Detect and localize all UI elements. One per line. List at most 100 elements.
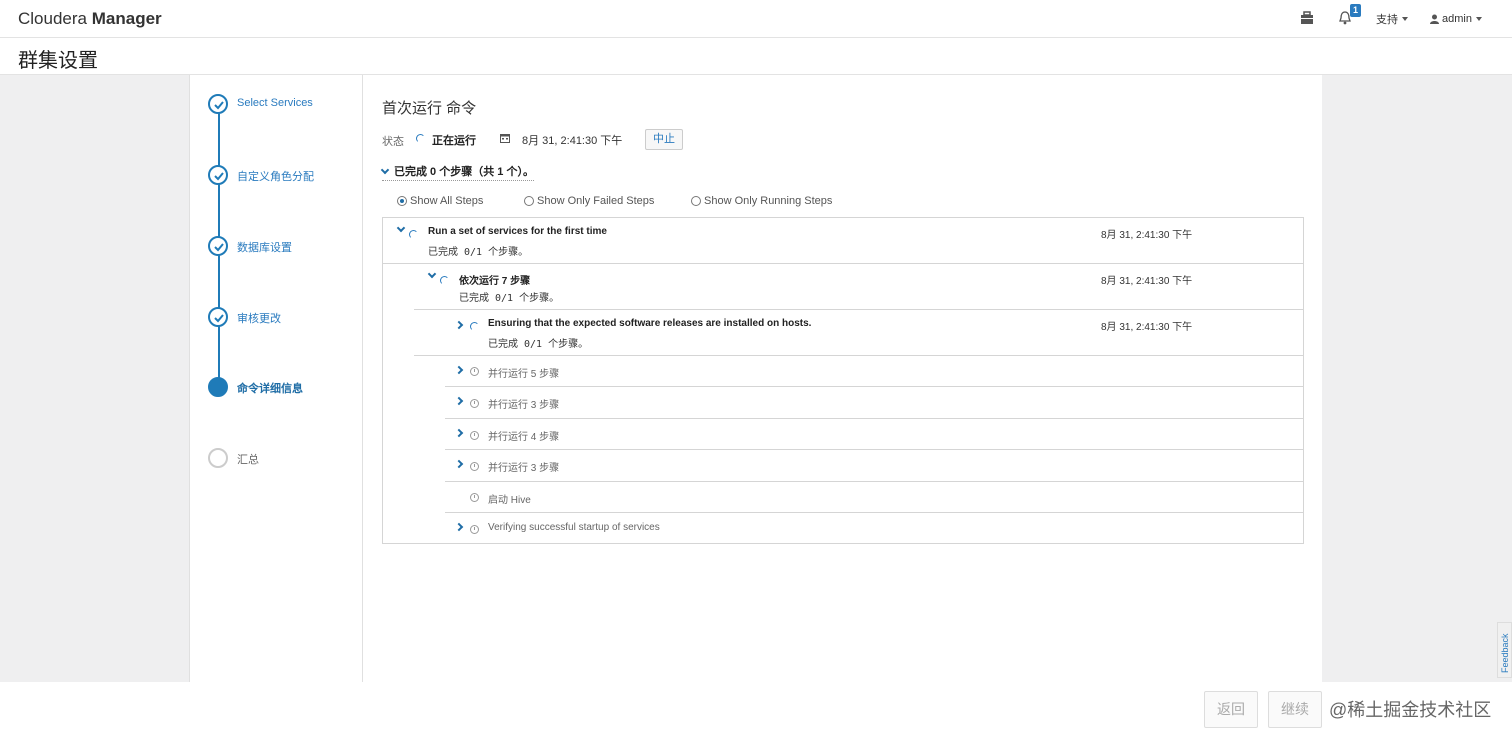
step-time: 8月 31, 2:41:30 下午 (1101, 230, 1193, 241)
wizard-sidebar: Select Services 自定义角色分配 数据库设置 审核更改 命令详细信… (189, 75, 363, 682)
pending-step-circle-icon (208, 448, 228, 468)
wizard-footer: 返回 继续 @稀土掘金技术社区 (0, 682, 1512, 738)
user-icon (1430, 14, 1440, 24)
step-time: 8月 31, 2:41:30 下午 (1101, 322, 1193, 333)
command-title: 首次运行 命令 (382, 100, 477, 117)
wizard-step-label: 审核更改 (237, 313, 281, 325)
wizard-step-database-setup[interactable]: 数据库设置 (208, 236, 364, 258)
user-menu-label: admin (1442, 13, 1472, 25)
step-progress: 已完成 0/1 个步骤。 (428, 247, 529, 258)
page-header: 群集设置 (0, 38, 1512, 75)
spinner-icon (416, 134, 425, 143)
wizard-step-label: Select Services (237, 97, 313, 109)
chevron-right-icon[interactable] (454, 365, 464, 375)
command-details-panel: 首次运行 命令 状态 正在运行 8月 31, 2:41:30 下午 中止 已完成… (363, 75, 1322, 682)
brand-name-light: Cloudera (18, 9, 87, 28)
wizard-step-label: 数据库设置 (237, 242, 292, 254)
back-button[interactable]: 返回 (1204, 691, 1258, 728)
step-title[interactable]: 并行运行 5 步骤 (488, 365, 559, 380)
clock-icon (470, 399, 479, 408)
wizard-step-review-changes[interactable]: 审核更改 (208, 307, 364, 329)
radio-selected-icon (397, 196, 407, 206)
spinner-icon (470, 322, 479, 331)
calendar-icon (500, 134, 510, 143)
check-circle-icon (208, 165, 228, 185)
step-row-root: Run a set of services for the first time… (383, 218, 1303, 264)
user-menu[interactable]: admin (1430, 13, 1482, 25)
step-row-sequential: 依次运行 7 步骤 已完成 0/1 个步骤。 8月 31, 2:41:30 下午 (414, 264, 1303, 310)
chevron-right-icon[interactable] (454, 522, 464, 532)
wizard-step-role-assignment[interactable]: 自定义角色分配 (208, 165, 364, 187)
step-title[interactable]: Run a set of services for the first time (428, 226, 607, 237)
feedback-label: Feedback (1500, 633, 1510, 673)
filter-show-failed-steps[interactable]: Show Only Failed Steps (524, 195, 654, 207)
wizard-step-summary: 汇总 (208, 448, 364, 470)
step-row-pending: 并行运行 5 步骤 (445, 356, 1303, 387)
step-row-pending: Verifying successful startup of services (445, 513, 1303, 544)
step-title[interactable]: 并行运行 4 步骤 (488, 428, 559, 443)
support-menu-label: 支持 (1376, 14, 1399, 26)
clock-icon (470, 431, 479, 440)
step-title[interactable]: 并行运行 3 步骤 (488, 459, 559, 474)
chevron-right-icon[interactable] (454, 396, 464, 406)
chevron-right-icon[interactable] (454, 320, 464, 330)
current-step-dot-icon (208, 377, 228, 397)
clock-icon (470, 367, 479, 376)
continue-button[interactable]: 继续 (1268, 691, 1322, 728)
filter-label: Show All Steps (410, 195, 484, 207)
feedback-tab[interactable]: Feedback (1497, 622, 1512, 678)
clock-icon (470, 462, 479, 471)
step-row-pending: 并行运行 3 步骤 (445, 387, 1303, 419)
step-title[interactable]: Ensuring that the expected software rele… (488, 318, 811, 329)
support-menu[interactable]: 支持 (1376, 11, 1409, 27)
abort-button[interactable]: 中止 (645, 129, 683, 150)
steps-summary-toggle[interactable]: 已完成 0 个步骤（共 1 个）。 (380, 163, 534, 181)
chevron-right-icon[interactable] (454, 428, 464, 438)
page-title: 群集设置 (18, 50, 98, 72)
step-row-pending: 启动 Hive (445, 482, 1303, 513)
step-title: 启动 Hive (488, 495, 531, 506)
step-title[interactable]: 并行运行 3 步骤 (488, 396, 559, 411)
brand-name-bold: Manager (91, 9, 162, 28)
clock-icon (470, 493, 479, 502)
steps-summary-text: 已完成 0 个步骤（共 1 个）。 (394, 166, 534, 178)
wizard-step-label: 命令详细信息 (237, 383, 303, 395)
step-row-pending: 并行运行 4 步骤 (445, 419, 1303, 450)
step-title[interactable]: 依次运行 7 步骤 (459, 272, 530, 287)
chevron-down-icon[interactable] (427, 269, 437, 279)
brand-logo[interactable]: Cloudera Manager (18, 9, 162, 29)
watermark: @稀土掘金技术社区 (1329, 700, 1492, 720)
chevron-right-icon[interactable] (454, 459, 464, 469)
chevron-down-icon[interactable] (396, 223, 406, 233)
status-value: 正在运行 (432, 135, 476, 147)
top-navbar: Cloudera Manager 1 支持 admin (0, 0, 1512, 38)
check-circle-icon (208, 94, 228, 114)
step-title[interactable]: Verifying successful startup of services (488, 522, 660, 533)
filter-label: Show Only Failed Steps (537, 195, 655, 207)
command-start-time: 8月 31, 2:41:30 下午 (522, 135, 623, 147)
content-area: Select Services 自定义角色分配 数据库设置 审核更改 命令详细信… (0, 75, 1512, 682)
filter-show-running-steps[interactable]: Show Only Running Steps (691, 195, 832, 207)
filter-label: Show Only Running Steps (704, 195, 833, 207)
spinner-icon (440, 276, 449, 285)
command-status-row: 状态 正在运行 8月 31, 2:41:30 下午 中止 (382, 127, 982, 151)
notification-count-badge: 1 (1350, 4, 1362, 17)
radio-unselected-icon (524, 196, 534, 206)
check-circle-icon (208, 307, 228, 327)
caret-down-icon (1476, 17, 1482, 21)
wizard-step-command-details: 命令详细信息 (208, 377, 364, 399)
steps-tree: Run a set of services for the first time… (382, 217, 1304, 544)
spinner-icon (409, 230, 418, 239)
wizard-step-select-services[interactable]: Select Services (208, 94, 364, 116)
chevron-down-icon (380, 165, 390, 174)
filter-show-all-steps[interactable]: Show All Steps (397, 195, 483, 207)
check-circle-icon (208, 236, 228, 256)
step-row-ensure-releases: Ensuring that the expected software rele… (414, 310, 1303, 356)
notifications-button[interactable]: 1 (1338, 4, 1362, 27)
parcels-icon[interactable] (1300, 11, 1316, 27)
caret-down-icon (1402, 17, 1409, 21)
step-progress: 已完成 0/1 个步骤。 (488, 339, 589, 350)
step-time: 8月 31, 2:41:30 下午 (1101, 276, 1193, 287)
radio-unselected-icon (691, 196, 701, 206)
step-row-pending: 并行运行 3 步骤 (445, 450, 1303, 482)
